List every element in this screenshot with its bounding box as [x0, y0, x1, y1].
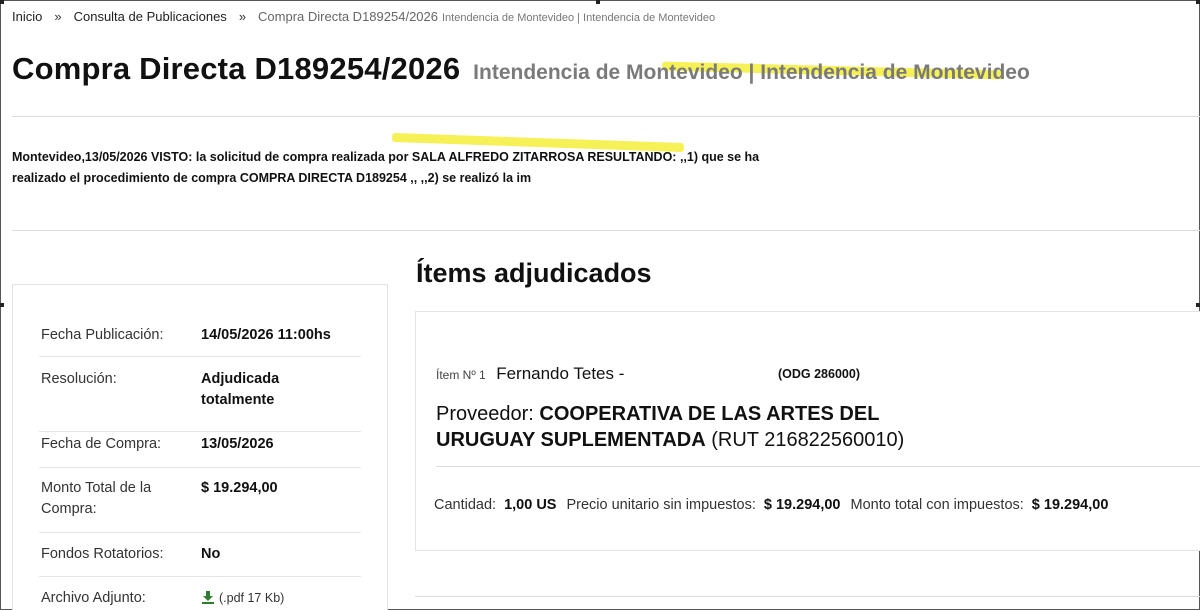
download-icon[interactable] [201, 590, 215, 604]
frame-handle [0, 303, 4, 307]
breadcrumb-current-org: Intendencia de Montevideo | Intendencia … [441, 12, 716, 24]
info-label: Fecha de Compra: [41, 436, 162, 452]
provider: Proveedor: COOPERATIVA DE LAS ARTES DEL … [436, 401, 956, 453]
attachment-size: (.pdf 17 Kb) [219, 591, 285, 605]
frame-handle [596, 0, 600, 4]
info-row-fecha-publicacion: Fecha Publicación: 14/05/2026 11:00hs [39, 309, 361, 357]
info-row-fecha-compra: Fecha de Compra: 13/05/2026 [39, 432, 361, 468]
divider [12, 116, 1200, 117]
provider-name: COOPERATIVA DE LAS ARTES DEL [539, 403, 880, 425]
attachment-link[interactable]: (.pdf 17 Kb) [201, 588, 284, 609]
precio-label: Precio unitario sin impuestos: [566, 497, 756, 513]
info-value: 14/05/2026 11:00hs [201, 327, 331, 343]
frame-handle [1196, 0, 1200, 4]
purchase-info-card: Fecha Publicación: 14/05/2026 11:00hs Re… [12, 284, 388, 610]
description: Montevideo,13/05/2026 VISTO: la solicitu… [12, 147, 772, 189]
info-row-resolucion: Resolución: Adjudicada totalmente [39, 357, 361, 432]
item-header: Ítem Nº 1 Fernando Tetes - [436, 364, 624, 384]
precio-value: $ 19.294,00 [763, 497, 841, 513]
info-label: Archivo Adjunto: [41, 590, 146, 606]
info-row-fondos-rotatorios: Fondos Rotatorios: No [39, 533, 361, 577]
info-row-monto-total: Monto Total de la Compra: $ 19.294,00 [39, 468, 361, 533]
awarded-item-card: Ítem Nº 1 Fernando Tetes - (ODG 286000) … [415, 311, 1200, 551]
breadcrumb: Inicio » Consulta de Publicaciones » Compra … [12, 9, 715, 24]
info-label: Resolución: [41, 371, 117, 387]
divider [415, 596, 1200, 597]
breadcrumb-separator: » [54, 9, 62, 24]
cantidad-label: Cantidad: [434, 497, 497, 513]
description-line: realizado el procedimiento de compra COM… [12, 171, 532, 185]
provider-rut: (RUT 216822560010) [711, 429, 905, 451]
info-value: totalmente [201, 392, 275, 408]
page-title-org: Intendencia de Montevideo | Intendencia … [473, 61, 1030, 84]
breadcrumb-consulta-link[interactable]: Consulta de Publicaciones [74, 9, 227, 24]
frame-handle [0, 0, 4, 4]
item-number: Ítem Nº 1 [436, 368, 486, 382]
item-odg: (ODG 286000) [778, 367, 860, 381]
info-label: Fondos Rotatorios: [41, 546, 164, 562]
items-section-title: Ítems adjudicados [416, 258, 652, 288]
divider [12, 230, 1200, 231]
breadcrumb-home-link[interactable]: Inicio [12, 9, 42, 24]
provider-name: URUGUAY SUPLEMENTADA [436, 429, 706, 451]
monto-label: Monto total con impuestos: [850, 497, 1024, 513]
page-title: Compra Directa D189254/2026 Intendencia … [12, 50, 1030, 87]
cantidad-value: 1,00 US [504, 497, 557, 513]
frame-handle [1196, 303, 1200, 307]
monto-value: $ 19.294,00 [1031, 497, 1109, 513]
info-label: Compra: [41, 501, 97, 517]
page-title-main: Compra Directa D189254/2026 [12, 51, 461, 86]
breadcrumb-separator: » [238, 9, 247, 24]
description-line: Montevideo,13/05/2026 VISTO: la solicitu… [12, 150, 760, 164]
item-name: Fernando Tetes - [496, 364, 625, 383]
info-label: Monto Total de la [41, 480, 152, 496]
info-value: No [201, 546, 221, 562]
info-row-archivo-adjunto: Archivo Adjunto: (.pdf 17 Kb) [39, 577, 361, 610]
divider [436, 466, 1200, 467]
item-amounts: Cantidad: 1,00 US Precio unitario sin impu… [434, 497, 1118, 513]
info-value: 13/05/2026 [201, 436, 274, 452]
provider-label: Proveedor: [436, 403, 534, 425]
breadcrumb-current: Compra Directa D189254/2026 [258, 9, 438, 24]
info-label: Fecha Publicación: [41, 327, 164, 343]
info-value: $ 19.294,00 [201, 480, 278, 496]
info-value: Adjudicada [201, 371, 280, 387]
